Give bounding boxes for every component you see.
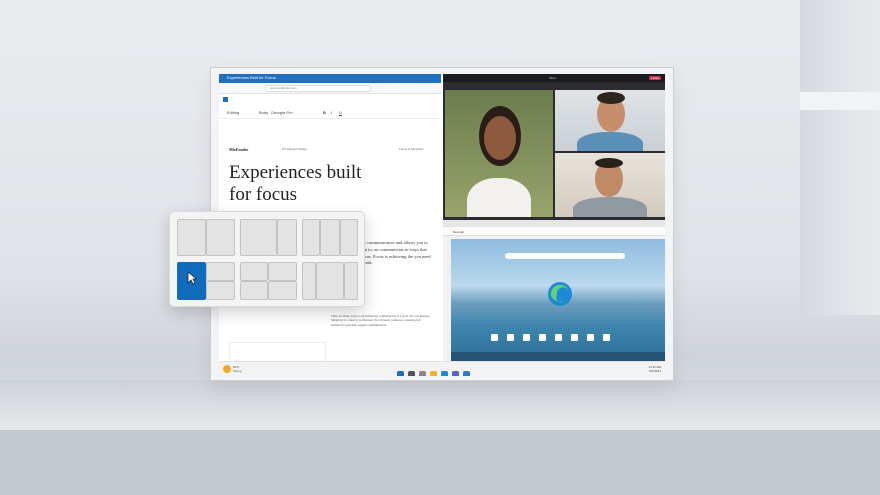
site-brand: MixFonder [229,147,249,152]
leave-call-button[interactable]: Leave [649,76,661,80]
snap-zone[interactable] [320,219,340,256]
snap-zone[interactable] [268,262,297,281]
search-input[interactable] [505,253,625,259]
snap-layouts-flyout [169,211,365,307]
floor-band [0,430,880,495]
video-call-window: Meet Leave [443,74,665,220]
mail-icon[interactable] [463,371,470,376]
search-icon[interactable] [408,371,415,376]
snap-zone[interactable] [240,281,268,300]
address-bar[interactable]: www.mixfonder.com [219,83,441,94]
nav-link-right[interactable]: Focus & Simplicity [399,147,424,151]
address-url[interactable]: www.mixfonder.com [265,85,371,92]
taskbar: 64°F Sunny 11:11 AM 8/1/2021 [219,361,665,376]
call-title: Meet [549,76,556,80]
participant-tile[interactable] [555,90,665,151]
app-logo-icon [223,97,228,102]
call-title-bar: Meet Leave [443,74,665,82]
browser-tab[interactable]: New tab [443,230,464,234]
browser-tab-strip: New tab [443,220,665,234]
editing-mode-button[interactable]: Editing [227,110,239,115]
snap-zone[interactable] [240,219,277,256]
page-headline: Experiences built for focus [229,162,362,205]
quick-link-tile[interactable] [571,334,578,341]
quick-link-tile[interactable] [491,334,498,341]
taskbar-apps [397,365,474,376]
document-window-title: Experiences Built for Focus [227,75,276,80]
quick-link-tile[interactable] [523,334,530,341]
quick-link-tile[interactable] [555,334,562,341]
snap-zone[interactable] [344,262,358,300]
clock-date: 8/1/2021 [649,369,661,373]
weather-desc: Sunny [233,369,242,373]
snap-zone[interactable] [316,262,344,300]
snap-zone[interactable] [340,219,358,256]
weather-widget[interactable]: 64°F Sunny [233,365,242,373]
edge-logo-icon[interactable] [547,281,573,307]
snap-zone[interactable] [268,281,297,300]
participant-body [467,178,531,217]
edge-icon[interactable] [441,371,448,376]
new-tab-background [451,239,665,362]
snap-zone[interactable] [206,219,235,256]
document-tabs [219,94,441,106]
underline-icon[interactable]: U [339,110,342,115]
snap-zone[interactable] [206,281,235,300]
snap-zone[interactable] [206,262,235,281]
quick-link-tile[interactable] [507,334,514,341]
participant-hair [597,92,625,104]
quick-link-tile[interactable] [603,334,610,341]
bold-icon[interactable]: B [323,110,326,115]
snap-zone[interactable] [277,219,297,256]
formatting-toolbar: Editing Body Georgia Pro B I U [219,106,441,119]
font-select[interactable]: Georgia Pro [271,110,293,115]
task-view-icon[interactable] [419,371,426,376]
participant-body [573,197,647,217]
snap-zone[interactable] [177,219,206,256]
participant-body [577,132,643,151]
participant-face [484,116,516,160]
file-explorer-icon[interactable] [430,371,437,376]
background-wall [800,0,880,315]
weather-sun-icon[interactable] [223,365,231,373]
participant-tile[interactable] [555,153,665,217]
nav-link-center[interactable]: UX Aligned Design [282,147,307,151]
mouse-cursor-icon [187,271,197,285]
participant-tile[interactable] [445,90,553,217]
teams-icon[interactable] [452,371,459,376]
quick-link-tile[interactable] [539,334,546,341]
participant-hair [595,158,623,168]
snap-zone[interactable] [302,219,320,256]
browser-window: New tab [443,220,665,362]
quick-links [491,328,619,346]
italic-icon[interactable]: I [331,110,332,115]
browser-nav-bar [443,227,665,236]
document-title-bar[interactable]: Experiences Built for Focus [219,74,441,83]
wall-ledge [800,92,880,110]
quick-link-tile[interactable] [587,334,594,341]
system-clock[interactable]: 11:11 AM 8/1/2021 [649,365,661,373]
snap-zone[interactable] [240,262,268,281]
body-paragraph: There are many ways to tap technology co… [331,314,430,327]
snap-zone[interactable] [302,262,316,300]
start-icon[interactable] [397,371,404,376]
style-select[interactable]: Body [259,110,268,115]
